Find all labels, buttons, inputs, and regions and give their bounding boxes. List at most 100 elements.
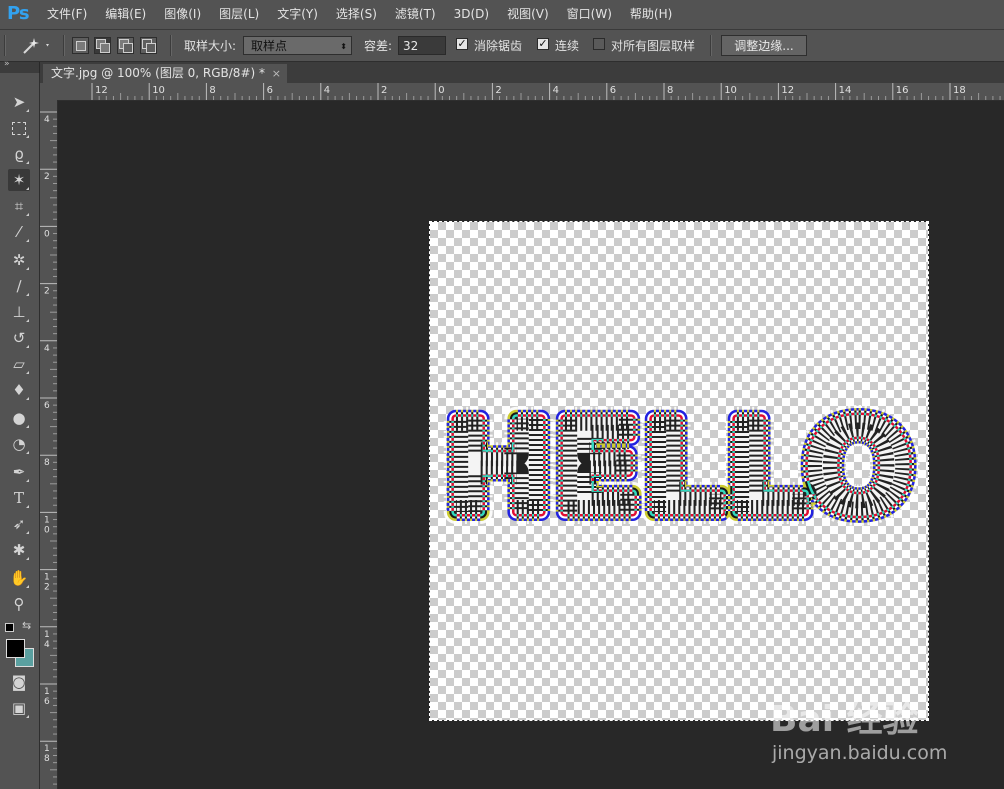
menu-window[interactable]: 窗口(W) xyxy=(558,0,621,29)
move-tool[interactable]: ➤ xyxy=(8,91,30,113)
shape-icon: ✱ xyxy=(12,541,26,559)
magic-wand-icon xyxy=(23,37,49,54)
ruler-label: 8 xyxy=(44,754,50,764)
add-to-selection-button[interactable] xyxy=(94,37,111,54)
tool-preset-picker[interactable] xyxy=(20,30,50,61)
magic-wand-tool[interactable]: ✶ xyxy=(8,169,30,191)
contiguous-label: 连续 xyxy=(555,39,580,53)
ruler-label: 6 xyxy=(610,85,616,96)
ruler-label: 12 xyxy=(95,85,108,96)
dodge-tool[interactable]: ◔ xyxy=(8,433,30,455)
ruler-label: 6 xyxy=(44,401,50,411)
type-icon: T xyxy=(13,489,24,507)
zoom-icon: ⚲ xyxy=(13,595,25,613)
vertical-ruler[interactable]: 42024681012141618 xyxy=(40,100,58,789)
ruler-label: 1 xyxy=(44,687,50,697)
menu-list: 文件(F) 编辑(E) 图像(I) 图层(L) 文字(Y) 选择(S) 滤镜(T… xyxy=(38,0,681,29)
menu-image[interactable]: 图像(I) xyxy=(155,0,210,29)
clone-stamp-tool[interactable]: ⊥ xyxy=(8,301,30,323)
ruler-label: 0 xyxy=(438,85,444,96)
close-icon[interactable]: × xyxy=(272,64,281,83)
ruler-label: 2 xyxy=(44,287,50,297)
foreground-color-swatch[interactable] xyxy=(6,639,25,658)
default-colors-icon[interactable] xyxy=(5,623,14,632)
collapse-arrows-icon: » xyxy=(4,59,10,69)
bandage-icon: ✲ xyxy=(12,251,26,269)
anti-alias-label: 消除锯齿 xyxy=(474,39,523,53)
lasso-tool[interactable]: ϱ xyxy=(8,143,30,165)
menu-type[interactable]: 文字(Y) xyxy=(268,0,327,29)
move-icon: ➤ xyxy=(12,93,26,111)
menu-view[interactable]: 视图(V) xyxy=(498,0,558,29)
eraser-tool[interactable]: ▱ xyxy=(8,353,30,375)
menu-layer[interactable]: 图层(L) xyxy=(210,0,268,29)
sample-size-select[interactable]: 取样点 ⬍ xyxy=(243,36,352,55)
horizontal-ruler-ticks: 12 10 8 6 4 2 0 2 4 6 8 10 12 14 16 18 xyxy=(91,83,1001,100)
brush-icon: ∕ xyxy=(16,277,22,295)
eraser-icon: ▱ xyxy=(13,355,25,373)
document-canvas[interactable]: HELLO HELLO HELLO HELLO HELLO xyxy=(429,221,929,721)
path-arrow-icon: ➶ xyxy=(12,515,26,533)
menu-bar: Ps 文件(F) 编辑(E) 图像(I) 图层(L) 文字(Y) 选择(S) 滤… xyxy=(0,0,1004,30)
path-selection-tool[interactable]: ➶ xyxy=(8,513,30,535)
document-tab[interactable]: 文字.jpg @ 100% (图层 0, RGB/8#) * × xyxy=(43,64,287,83)
pen-tool[interactable]: ✒ xyxy=(8,461,30,483)
pen-icon: ✒ xyxy=(12,463,26,481)
ruler-origin[interactable] xyxy=(40,83,58,101)
sample-size-label: 取样大小: xyxy=(184,39,237,53)
menu-file[interactable]: 文件(F) xyxy=(38,0,96,29)
tolerance-input[interactable]: 32 xyxy=(398,36,446,55)
ruler-label: 6 xyxy=(267,85,273,96)
ruler-label: 2 xyxy=(44,583,50,593)
menu-select[interactable]: 选择(S) xyxy=(327,0,386,29)
document-tab-title: 文字.jpg @ 100% (图层 0, RGB/8#) * xyxy=(51,66,265,80)
anti-alias-checkbox[interactable]: ✓ xyxy=(456,38,468,50)
hand-tool[interactable]: ✋ xyxy=(8,567,30,589)
custom-shape-tool[interactable]: ✱ xyxy=(8,539,30,561)
refine-edge-button[interactable]: 调整边缘... xyxy=(721,35,807,56)
healing-brush-tool[interactable]: ✲ xyxy=(8,249,30,271)
ruler-label: 10 xyxy=(724,85,737,96)
sample-all-layers-checkbox[interactable] xyxy=(593,38,605,50)
subtract-from-selection-button[interactable] xyxy=(117,37,134,54)
stamp-icon: ⊥ xyxy=(12,303,26,321)
contiguous-checkbox[interactable]: ✓ xyxy=(537,38,549,50)
options-divider xyxy=(710,35,712,56)
crop-tool[interactable]: ⌗ xyxy=(8,195,30,217)
ruler-label: 1 xyxy=(44,573,50,583)
quick-mask-button[interactable]: ◙ xyxy=(8,671,30,693)
paint-bucket-tool[interactable]: ♦ xyxy=(8,379,30,401)
sample-size-value: 取样点 xyxy=(251,39,288,53)
ruler-label: 4 xyxy=(44,344,50,354)
menu-filter[interactable]: 滤镜(T) xyxy=(386,0,445,29)
menu-help[interactable]: 帮助(H) xyxy=(621,0,681,29)
history-brush-tool[interactable]: ↺ xyxy=(8,327,30,349)
horizontal-ruler[interactable]: 12 10 8 6 4 2 0 2 4 6 8 10 12 14 16 18 xyxy=(58,83,1004,101)
blur-tool[interactable]: ● xyxy=(8,407,30,429)
options-bar: 取样大小: 取样点 ⬍ 容差: 32 ✓ 消除锯齿 ✓ 连续 对所有图层取样 调… xyxy=(0,30,1004,62)
eyedropper-tool[interactable]: ⁄ xyxy=(8,221,30,243)
ruler-label: 8 xyxy=(44,458,50,468)
magic-wand-icon: ✶ xyxy=(12,171,26,189)
ruler-label: 1 xyxy=(44,630,50,640)
brush-tool[interactable]: ∕ xyxy=(8,275,30,297)
ruler-label: 4 xyxy=(44,640,50,650)
ruler-label: 4 xyxy=(324,85,330,96)
toolbox-header[interactable]: » xyxy=(0,59,39,73)
ruler-label: 8 xyxy=(209,85,215,96)
zoom-tool[interactable]: ⚲ xyxy=(8,593,30,615)
swap-colors-icon[interactable]: ⇆ xyxy=(22,619,31,632)
new-selection-button[interactable] xyxy=(72,37,89,54)
marquee-tool[interactable] xyxy=(8,117,30,139)
canvas-workspace[interactable]: HELLO HELLO HELLO HELLO HELLO xyxy=(58,101,1004,789)
screen-mode-button[interactable]: ▣ xyxy=(8,697,30,719)
intersect-selection-button[interactable] xyxy=(140,37,157,54)
menu-3d[interactable]: 3D(D) xyxy=(445,0,498,29)
screen-mode-icon: ▣ xyxy=(11,699,27,717)
type-tool[interactable]: T xyxy=(8,487,30,509)
menu-edit[interactable]: 编辑(E) xyxy=(96,0,155,29)
options-grip xyxy=(4,35,6,56)
ruler-label: 1 xyxy=(44,744,50,754)
watermark-url: jingyan.baidu.com xyxy=(772,742,948,764)
baidu-jingyan-watermark: Bai 经验 jingyan.baidu.com xyxy=(770,690,1000,786)
